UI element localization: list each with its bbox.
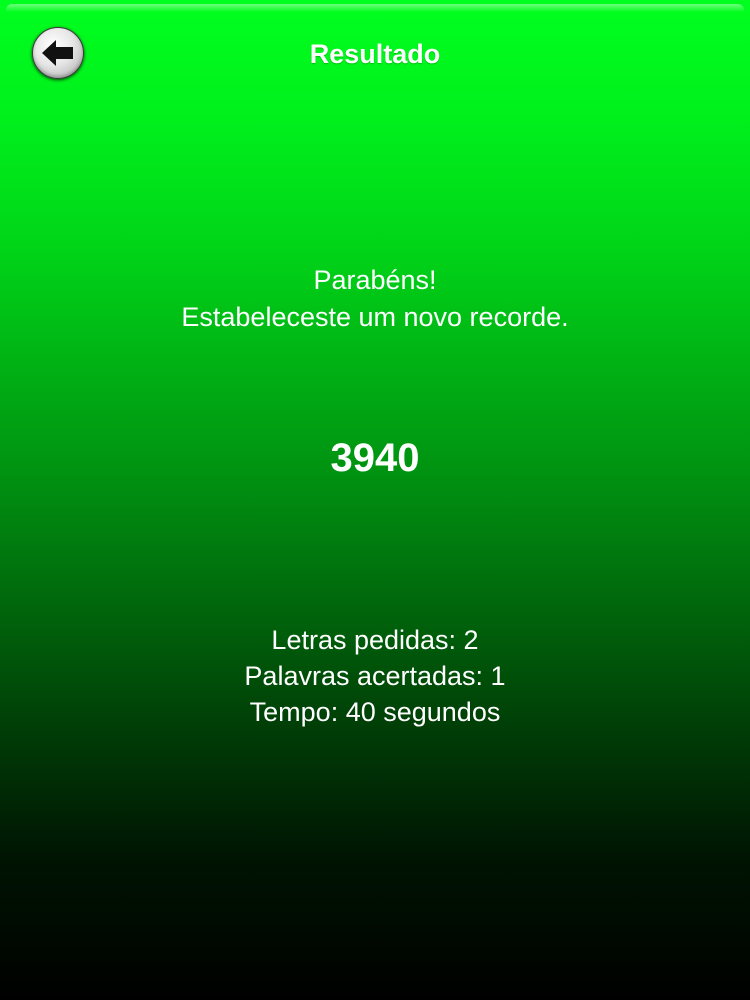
record-message-block: Parabéns! Estabeleceste um novo recorde. [0, 262, 750, 336]
congrats-text: Parabéns! [313, 265, 437, 295]
record-text: Estabeleceste um novo recorde. [181, 302, 569, 332]
result-screen: Resultado Parabéns! Estabeleceste um nov… [0, 0, 750, 1000]
time-text: Tempo: 40 segundos [249, 697, 501, 727]
score-value: 3940 [330, 436, 420, 480]
page-title: Resultado [309, 39, 441, 69]
top-highlight [6, 4, 744, 12]
words-correct-text: Palavras acertadas: 1 [244, 661, 506, 691]
stats-block: Letras pedidas: 2 Palavras acertadas: 1 … [0, 622, 750, 730]
letters-requested-text: Letras pedidas: 2 [271, 625, 479, 655]
